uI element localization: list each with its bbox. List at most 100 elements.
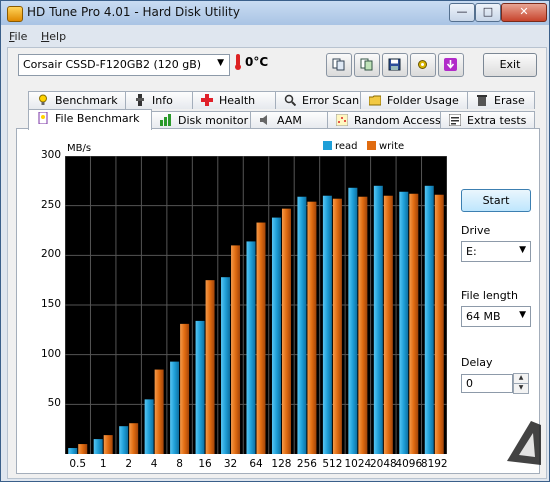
monitor-icon bbox=[160, 114, 171, 126]
save-button[interactable] bbox=[382, 53, 408, 77]
bar-read-4 bbox=[144, 399, 154, 454]
delay-label: Delay bbox=[461, 356, 493, 369]
bar-read-256 bbox=[297, 196, 307, 454]
menu-bar: File Help bbox=[1, 27, 549, 45]
menu-help[interactable]: Help bbox=[41, 30, 66, 43]
bar-write-2 bbox=[129, 423, 139, 454]
start-button[interactable]: Start bbox=[461, 189, 531, 212]
bar-read-128 bbox=[271, 217, 281, 454]
tab-random-access-label: Random Access bbox=[354, 114, 441, 127]
tab-extra-tests[interactable]: Extra tests bbox=[440, 111, 535, 129]
bar-write-1024 bbox=[358, 196, 368, 454]
legend-write-swatch bbox=[367, 141, 376, 150]
tab-error-scan-label: Error Scan bbox=[302, 94, 360, 107]
download-button[interactable] bbox=[438, 53, 464, 77]
bar-write-0.5 bbox=[78, 444, 88, 454]
bar-write-128 bbox=[281, 208, 291, 454]
tab-health[interactable]: Health bbox=[192, 91, 276, 109]
delay-input[interactable]: 0 bbox=[461, 374, 513, 393]
minimize-button[interactable]: — bbox=[449, 3, 475, 22]
legend-read-swatch bbox=[323, 141, 332, 150]
tab-benchmark[interactable]: Benchmark bbox=[28, 91, 126, 109]
bar-write-8192 bbox=[434, 194, 444, 455]
tab-aam-label: AAM bbox=[277, 114, 302, 127]
tab-health-label: Health bbox=[219, 94, 256, 107]
delay-spin-down-button[interactable]: ▼ bbox=[513, 383, 529, 394]
file-length-label: File length bbox=[461, 289, 518, 302]
down-arrow-icon bbox=[444, 58, 457, 71]
bar-read-64 bbox=[246, 241, 256, 454]
file-length-dropdown-value: 64 MB bbox=[466, 310, 501, 323]
drive-dropdown-value: E: bbox=[466, 245, 477, 258]
copy-screenshot-button[interactable] bbox=[354, 53, 380, 77]
copy-image-icon bbox=[360, 58, 373, 71]
bar-read-8 bbox=[170, 361, 180, 454]
file-benchmark-panel: MB/s read write Start Drive E: ▼ File le… bbox=[16, 128, 540, 474]
copy-info-button[interactable] bbox=[326, 53, 352, 77]
bar-read-32 bbox=[221, 277, 231, 454]
speaker-icon bbox=[260, 115, 267, 125]
close-button[interactable]: ✕ bbox=[501, 3, 547, 22]
bar-write-512 bbox=[332, 198, 342, 454]
bar-read-4096 bbox=[399, 191, 409, 454]
bar-write-4096 bbox=[409, 193, 419, 454]
temperature-readout: 0°C bbox=[245, 55, 269, 69]
tab-folder-usage[interactable]: Folder Usage bbox=[360, 91, 468, 109]
exit-button[interactable]: Exit bbox=[483, 53, 537, 77]
bar-read-1024 bbox=[348, 187, 358, 454]
magnifier-icon bbox=[284, 94, 296, 106]
drive-dropdown[interactable]: E: ▼ bbox=[461, 241, 531, 262]
main-client-area: Corsair CSSD-F120GB2 (120 gB) ▼ 0°C Exit… bbox=[7, 47, 547, 479]
tab-info[interactable]: Info bbox=[125, 91, 193, 109]
tab-extra-tests-label: Extra tests bbox=[467, 114, 527, 127]
maximize-button[interactable]: □ bbox=[475, 3, 501, 22]
file-icon bbox=[38, 112, 48, 124]
bar-write-32 bbox=[231, 245, 241, 454]
tab-aam[interactable]: AAM bbox=[250, 111, 328, 129]
y-axis-unit-label: MB/s bbox=[67, 143, 92, 154]
tab-info-label: Info bbox=[152, 94, 173, 107]
tab-disk-monitor[interactable]: Disk monitor bbox=[151, 111, 251, 129]
chevron-down-icon: ▼ bbox=[519, 245, 526, 255]
menu-help-label: elp bbox=[49, 30, 67, 43]
benchmark-chart-svg bbox=[64, 155, 448, 455]
legend-read: read bbox=[323, 141, 358, 152]
bar-write-4 bbox=[154, 369, 164, 454]
extra-icon bbox=[449, 114, 461, 126]
menu-file[interactable]: File bbox=[9, 30, 27, 43]
bar-read-1 bbox=[93, 439, 103, 454]
chevron-down-icon: ▼ bbox=[217, 58, 224, 68]
benchmark-chart bbox=[64, 155, 448, 455]
bar-write-8 bbox=[180, 323, 190, 454]
options-button[interactable] bbox=[410, 53, 436, 77]
file-length-dropdown[interactable]: 64 MB ▼ bbox=[461, 306, 531, 327]
bulb-icon bbox=[39, 94, 47, 105]
tab-error-scan[interactable]: Error Scan bbox=[275, 91, 361, 109]
tab-file-benchmark[interactable]: File Benchmark bbox=[28, 109, 152, 130]
tab-random-access[interactable]: Random Access bbox=[327, 111, 441, 129]
drive-selector[interactable]: Corsair CSSD-F120GB2 (120 gB) ▼ bbox=[18, 54, 230, 76]
legend-read-label: read bbox=[335, 141, 358, 152]
legend-write-label: write bbox=[379, 141, 405, 152]
info-icon bbox=[136, 94, 144, 106]
copy-icon bbox=[332, 58, 345, 71]
bar-write-256 bbox=[307, 201, 317, 454]
app-window: HD Tune Pro 4.01 - Hard Disk Utility — □… bbox=[0, 0, 550, 482]
tools-icon bbox=[418, 60, 427, 69]
title-bar[interactable]: HD Tune Pro 4.01 - Hard Disk Utility — □… bbox=[1, 1, 549, 25]
bar-write-64 bbox=[256, 222, 266, 454]
bar-read-2048 bbox=[373, 185, 383, 455]
tab-benchmark-label: Benchmark bbox=[55, 94, 118, 107]
app-logo-icon bbox=[7, 6, 23, 22]
window-title: HD Tune Pro 4.01 - Hard Disk Utility bbox=[27, 5, 240, 19]
y-tick-label: 300 bbox=[40, 149, 61, 161]
chevron-down-icon: ▼ bbox=[519, 310, 526, 320]
trash-icon bbox=[477, 95, 487, 106]
bar-write-2048 bbox=[383, 195, 393, 454]
y-tick-label: 50 bbox=[47, 397, 61, 410]
tab-erase[interactable]: Erase bbox=[467, 91, 535, 109]
y-tick-label: 100 bbox=[40, 347, 61, 360]
bar-write-1 bbox=[103, 435, 113, 454]
tab-file-benchmark-label: File Benchmark bbox=[55, 112, 140, 125]
drive-label: Drive bbox=[461, 224, 491, 237]
